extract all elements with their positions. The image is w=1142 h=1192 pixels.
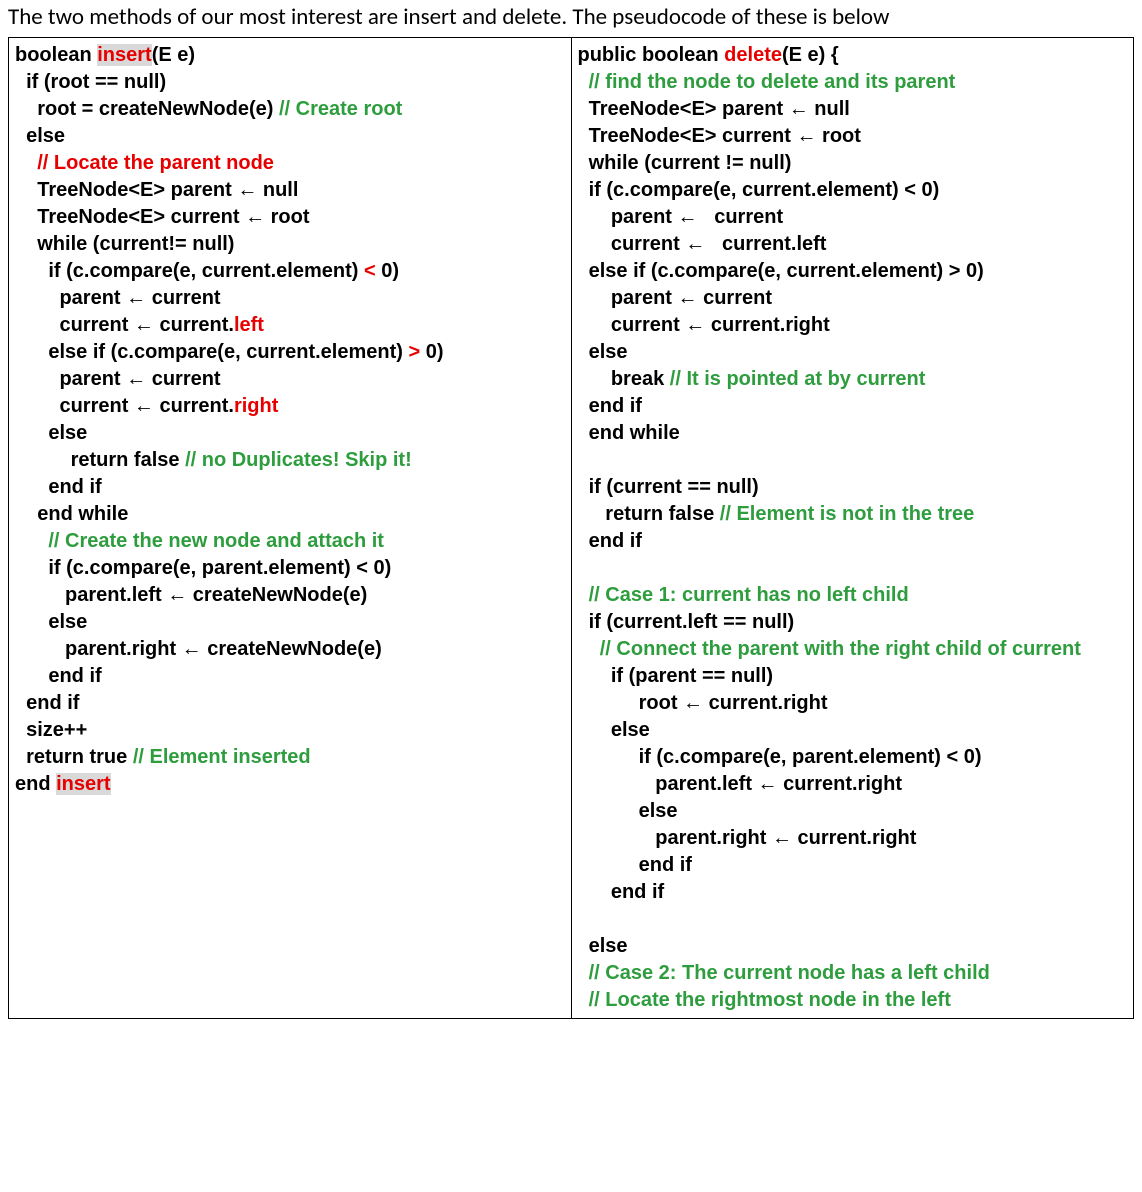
insert-l28b: insert	[56, 773, 110, 795]
insert-l21: parent.left ← createNewNode(e)	[15, 584, 367, 606]
insert-l22: else	[15, 611, 87, 633]
delete-d30: end if	[578, 881, 665, 903]
delete-d6: if (c.compare(e, current.element) < 0)	[578, 179, 940, 201]
caption-text: The two methods of our most interest are…	[0, 0, 1142, 37]
delete-d5: while (current != null)	[578, 152, 792, 174]
delete-d18: end if	[578, 530, 642, 552]
insert-l27a: return true	[15, 746, 133, 768]
delete-d29: end if	[578, 854, 692, 876]
delete-d27: else	[578, 800, 678, 822]
insert-l3b: // Create root	[279, 98, 402, 120]
insert-l9a: if (c.compare(e, current.element)	[15, 260, 364, 282]
delete-d11: current ← current.right	[578, 314, 830, 336]
delete-d10: parent ← current	[578, 287, 773, 309]
delete-d28: parent.right ← current.right	[578, 827, 917, 849]
delete-d8: current ← current.left	[578, 233, 827, 255]
delete-d24: else	[578, 719, 650, 741]
delete-d32: // Case 2: The current node has a left c…	[578, 962, 990, 984]
insert-cell: boolean insert(E e) if (root == null) ro…	[9, 38, 572, 1019]
insert-l13: parent ← current	[15, 368, 221, 390]
delete-d13b: // It is pointed at by current	[670, 368, 926, 390]
insert-l24: end if	[15, 665, 102, 687]
pseudocode-table: boolean insert(E e) if (root == null) ro…	[8, 37, 1134, 1019]
insert-l2: if (root == null)	[15, 71, 166, 93]
insert-l12b: >	[408, 341, 420, 363]
delete-d26: parent.left ← current.right	[578, 773, 903, 795]
insert-l14b: right	[234, 395, 278, 417]
delete-sig-name: delete	[724, 44, 782, 66]
insert-l26: size++	[15, 719, 87, 741]
insert-l4: else	[15, 125, 65, 147]
insert-l14a: current ← current.	[15, 395, 234, 417]
delete-d4: TreeNode<E> current ← root	[578, 125, 861, 147]
insert-sig-pre: boolean	[15, 44, 97, 66]
delete-code: public boolean delete(E e) { // find the…	[578, 42, 1128, 1014]
insert-l8: while (current!= null)	[15, 233, 234, 255]
insert-l15: else	[15, 422, 87, 444]
delete-d25: if (c.compare(e, parent.element) < 0)	[578, 746, 982, 768]
insert-l3a: root = createNewNode(e)	[15, 98, 279, 120]
insert-l12a: else if (c.compare(e, current.element)	[15, 341, 408, 363]
delete-d12: else	[578, 341, 628, 363]
delete-d3: TreeNode<E> parent ← null	[578, 98, 850, 120]
delete-d20: if (current.left == null)	[578, 611, 795, 633]
delete-d2: // find the node to delete and its paren…	[578, 71, 956, 93]
insert-l19: // Create the new node and attach it	[15, 530, 384, 552]
insert-l28a: end	[15, 773, 56, 795]
insert-l6: TreeNode<E> parent ← null	[15, 179, 298, 201]
insert-l20: if (c.compare(e, parent.element) < 0)	[15, 557, 391, 579]
insert-l16a: return false	[15, 449, 185, 471]
delete-d22: if (parent == null)	[578, 665, 774, 687]
insert-l10: parent ← current	[15, 287, 221, 309]
insert-l12c: 0)	[420, 341, 443, 363]
delete-cell: public boolean delete(E e) { // find the…	[571, 38, 1134, 1019]
delete-d19: // Case 1: current has no left child	[578, 584, 909, 606]
insert-l11b: left	[234, 314, 264, 336]
delete-d16: if (current == null)	[578, 476, 759, 498]
insert-sig-post: (E e)	[152, 44, 195, 66]
insert-l17: end if	[15, 476, 102, 498]
delete-d14: end if	[578, 395, 642, 417]
insert-code: boolean insert(E e) if (root == null) ro…	[15, 42, 565, 798]
insert-l23: parent.right ← createNewNode(e)	[15, 638, 382, 660]
delete-d23: root ← current.right	[578, 692, 828, 714]
insert-l9b: <	[364, 260, 376, 282]
delete-d21: // Connect the parent with the right chi…	[578, 638, 1081, 660]
delete-d13a: break	[578, 368, 670, 390]
delete-sig-pre: public boolean	[578, 44, 725, 66]
delete-d9: else if (c.compare(e, current.element) >…	[578, 260, 984, 282]
insert-l11a: current ← current.	[15, 314, 234, 336]
insert-l25: end if	[15, 692, 79, 714]
insert-l5: // Locate the parent node	[15, 152, 274, 174]
insert-sig-name: insert	[97, 44, 151, 66]
delete-d7: parent ← current	[578, 206, 784, 228]
delete-d17a: return false	[578, 503, 720, 525]
insert-l27b: // Element inserted	[133, 746, 311, 768]
delete-sig-post: (E e) {	[782, 44, 839, 66]
insert-l18: end while	[15, 503, 128, 525]
delete-d31: else	[578, 935, 628, 957]
delete-d15: end while	[578, 422, 680, 444]
insert-l9c: 0)	[376, 260, 399, 282]
delete-d33: // Locate the rightmost node in the left	[578, 989, 951, 1011]
insert-l7: TreeNode<E> current ← root	[15, 206, 310, 228]
insert-l16b: // no Duplicates! Skip it!	[185, 449, 412, 471]
delete-d17b: // Element is not in the tree	[720, 503, 975, 525]
